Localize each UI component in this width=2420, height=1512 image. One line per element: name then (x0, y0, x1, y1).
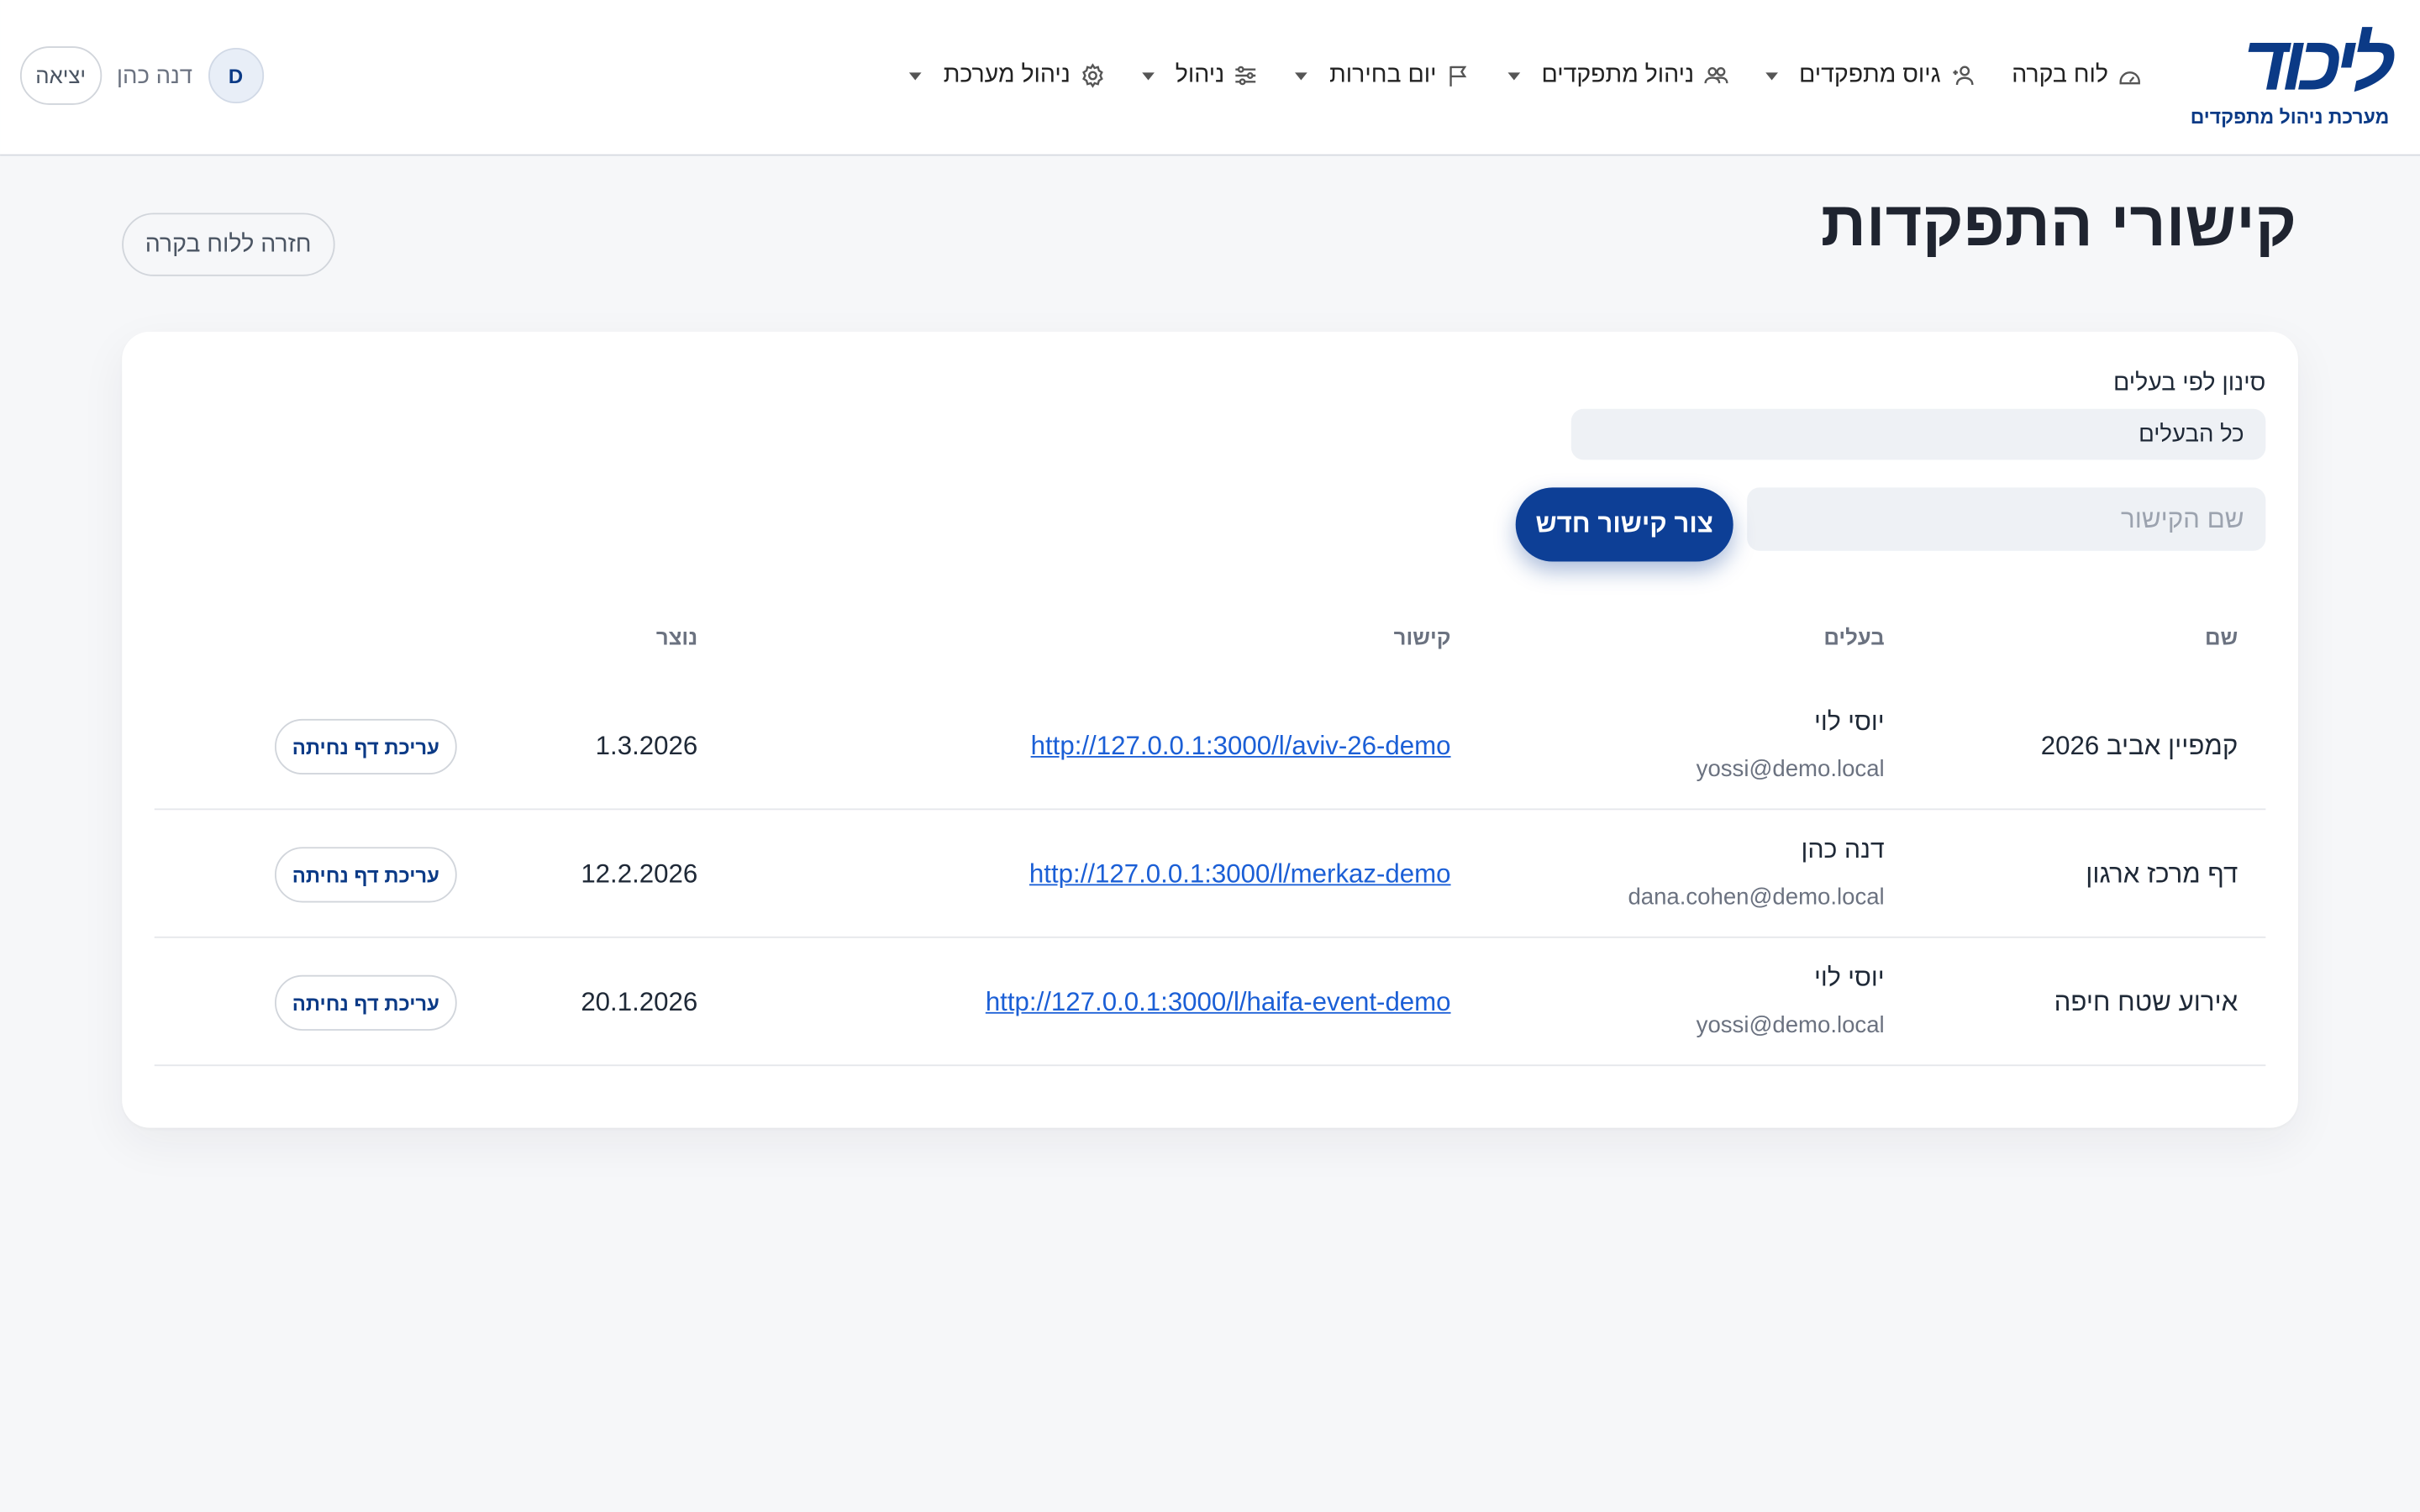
created-date: 20.1.2026 (581, 986, 698, 1016)
nav-manage-members[interactable]: ניהול מתפקדים (1507, 61, 1728, 89)
edit-landing-page-button[interactable]: עריכת דף נחיתה (274, 847, 457, 903)
user-plus-icon (1952, 66, 1973, 86)
col-header-link: קישור (1393, 624, 1451, 650)
table-row: דף מרכז ארגון דנה כהן dana.cohen@demo.lo… (154, 810, 2266, 938)
owner-name: יוסי לוי (1813, 708, 1885, 737)
table-row: אירוע שטח חיפה יוסי לוי yossi@demo.local… (154, 938, 2266, 1067)
nav-label: לוח בקרה (2012, 61, 2108, 88)
chevron-down-icon (909, 71, 922, 80)
nav-label: גיוס מתפקדים (1798, 61, 1941, 88)
owner-name: דנה כהן (1801, 836, 1885, 864)
logout-button[interactable]: יציאה (19, 46, 102, 105)
nav-label: ניהול מתפקדים (1541, 61, 1695, 88)
chevron-down-icon (1507, 71, 1520, 80)
owner-name: יוסי לוי (1813, 963, 1885, 992)
sliders-icon (1235, 66, 1256, 86)
link-name: דף מרכז ארגון (2086, 858, 2238, 889)
top-navbar: ליכוד מערכת ניהול מתפקדים לוח בקרה גיוס … (0, 0, 2420, 156)
edit-landing-page-button[interactable]: עריכת דף נחיתה (274, 718, 457, 775)
owner-email: yossi@demo.local (1696, 755, 1885, 783)
owner-email: yossi@demo.local (1696, 1011, 1885, 1039)
link-url[interactable]: http://127.0.0.1:3000/l/aviv-26-demo (1031, 682, 1451, 810)
nav-election-day[interactable]: יום בחירות (1295, 61, 1470, 89)
flag-icon (1449, 66, 1466, 87)
chevron-down-icon (1141, 71, 1155, 80)
nav-label: יום בחירות (1329, 61, 1437, 88)
dashboard-icon (2119, 71, 2140, 85)
col-header-owner: בעלים (1823, 624, 1885, 650)
gear-icon (1081, 63, 1102, 88)
logo-subtitle: מערכת ניהול מתפקדים (2190, 106, 2390, 129)
col-header-created: נוצר (655, 624, 698, 650)
table-row: קמפיין אביב 2026 יוסי לוי yossi@demo.loc… (154, 682, 2266, 811)
user-area: יציאה דנה כהן D (19, 46, 264, 105)
likud-logo[interactable]: ליכוד מערכת ניהול מתפקדים (2182, 19, 2396, 133)
page-title: קישורי התפקדות (1820, 188, 2297, 260)
create-link-button[interactable]: צור קישור חדש (1515, 487, 1733, 562)
back-to-dashboard-button[interactable]: חזרה ללוח בקרה (122, 213, 335, 276)
owner-filter-select[interactable]: כל הבעלים (1570, 408, 2266, 460)
main-nav: לוח בקרה גיוס מתפקדים ניהול מתפקדים יום … (872, 59, 2142, 92)
nav-recruit[interactable]: גיוס מתפקדים (1765, 61, 1975, 89)
link-url[interactable]: http://127.0.0.1:3000/l/haifa-event-demo (986, 938, 1451, 1066)
chevron-down-icon (1295, 71, 1308, 80)
users-icon (1703, 66, 1728, 84)
logo-wordmark: ליכוד (2243, 19, 2396, 107)
user-name: דנה כהן (116, 62, 193, 89)
link-url[interactable]: http://127.0.0.1:3000/l/merkaz-demo (1029, 810, 1451, 937)
avatar[interactable]: D (208, 47, 264, 104)
created-date: 12.2.2026 (581, 858, 698, 889)
link-name: אירוע שטח חיפה (2054, 986, 2238, 1016)
nav-system-admin[interactable]: ניהול מערכת (909, 61, 1104, 89)
col-header-name: שם (2205, 624, 2238, 650)
nav-label: ניהול (1175, 61, 1225, 88)
nav-dashboard[interactable]: לוח בקרה (2012, 61, 2142, 89)
link-name: קמפיין אביב 2026 (2040, 730, 2238, 760)
owner-filter-label: סינון לפי בעלים (2113, 370, 2266, 397)
created-date: 1.3.2026 (595, 730, 698, 760)
link-name-input[interactable] (1747, 487, 2266, 551)
chevron-down-icon (1765, 71, 1778, 80)
owner-email: dana.cohen@demo.local (1628, 884, 1885, 911)
edit-landing-page-button[interactable]: עריכת דף נחיתה (274, 974, 457, 1031)
nav-label: ניהול מערכת (943, 61, 1071, 88)
links-card: סינון לפי בעלים כל הבעלים צור קישור חדש … (122, 331, 2298, 1128)
nav-admin[interactable]: ניהול (1141, 61, 1258, 89)
